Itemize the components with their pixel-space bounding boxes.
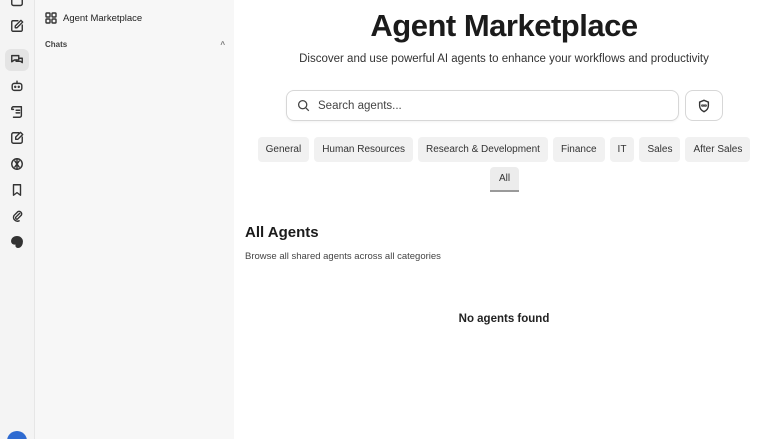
icon-rail (0, 0, 35, 439)
tab-it[interactable]: IT (609, 137, 635, 162)
chats-header-label: Chats (45, 40, 68, 49)
chats-icon[interactable] (5, 49, 29, 71)
page-title: Agent Marketplace (370, 8, 638, 43)
side-panel: Agent Marketplace Chats ^ (35, 0, 234, 439)
bot-icon[interactable] (5, 75, 29, 97)
empty-state: No agents found (458, 313, 550, 325)
globe-icon[interactable] (5, 153, 29, 175)
shield-button[interactable] (685, 90, 723, 121)
palette-icon[interactable] (5, 231, 29, 253)
prompts-icon[interactable] (5, 101, 29, 123)
category-tabs: General Human Resources Research & Devel… (234, 137, 774, 162)
shield-icon (698, 99, 710, 112)
agent-marketplace-link[interactable]: Agent Marketplace (45, 8, 142, 28)
new-chat-icon[interactable] (5, 15, 29, 37)
edit-icon[interactable] (5, 127, 29, 149)
search-box[interactable] (286, 90, 679, 121)
agent-marketplace-label: Agent Marketplace (63, 12, 143, 24)
search-input[interactable] (318, 99, 648, 112)
attachment-icon[interactable] (5, 205, 29, 227)
search-icon (297, 99, 310, 112)
chats-section-header[interactable]: Chats ^ (45, 40, 225, 49)
top-partial-icon[interactable] (5, 0, 29, 13)
tab-human-resources[interactable]: Human Resources (314, 137, 414, 162)
section-subtitle: Browse all shared agents across all cate… (245, 251, 441, 262)
tab-general[interactable]: General (257, 137, 310, 162)
main-content: Agent Marketplace Discover and use power… (234, 0, 780, 439)
grid-icon (45, 12, 57, 24)
bookmark-icon[interactable] (5, 179, 29, 201)
tab-research-development[interactable]: Research & Development (418, 137, 548, 162)
tab-finance[interactable]: Finance (552, 137, 605, 162)
tab-sales[interactable]: Sales (639, 137, 681, 162)
tab-all[interactable]: All (490, 167, 520, 192)
section-title: All Agents (245, 224, 319, 241)
page-subtitle: Discover and use powerful AI agents to e… (299, 53, 709, 65)
chevron-up-icon[interactable]: ^ (220, 40, 225, 49)
tab-after-sales[interactable]: After Sales (685, 137, 751, 162)
user-avatar[interactable] (7, 431, 27, 439)
